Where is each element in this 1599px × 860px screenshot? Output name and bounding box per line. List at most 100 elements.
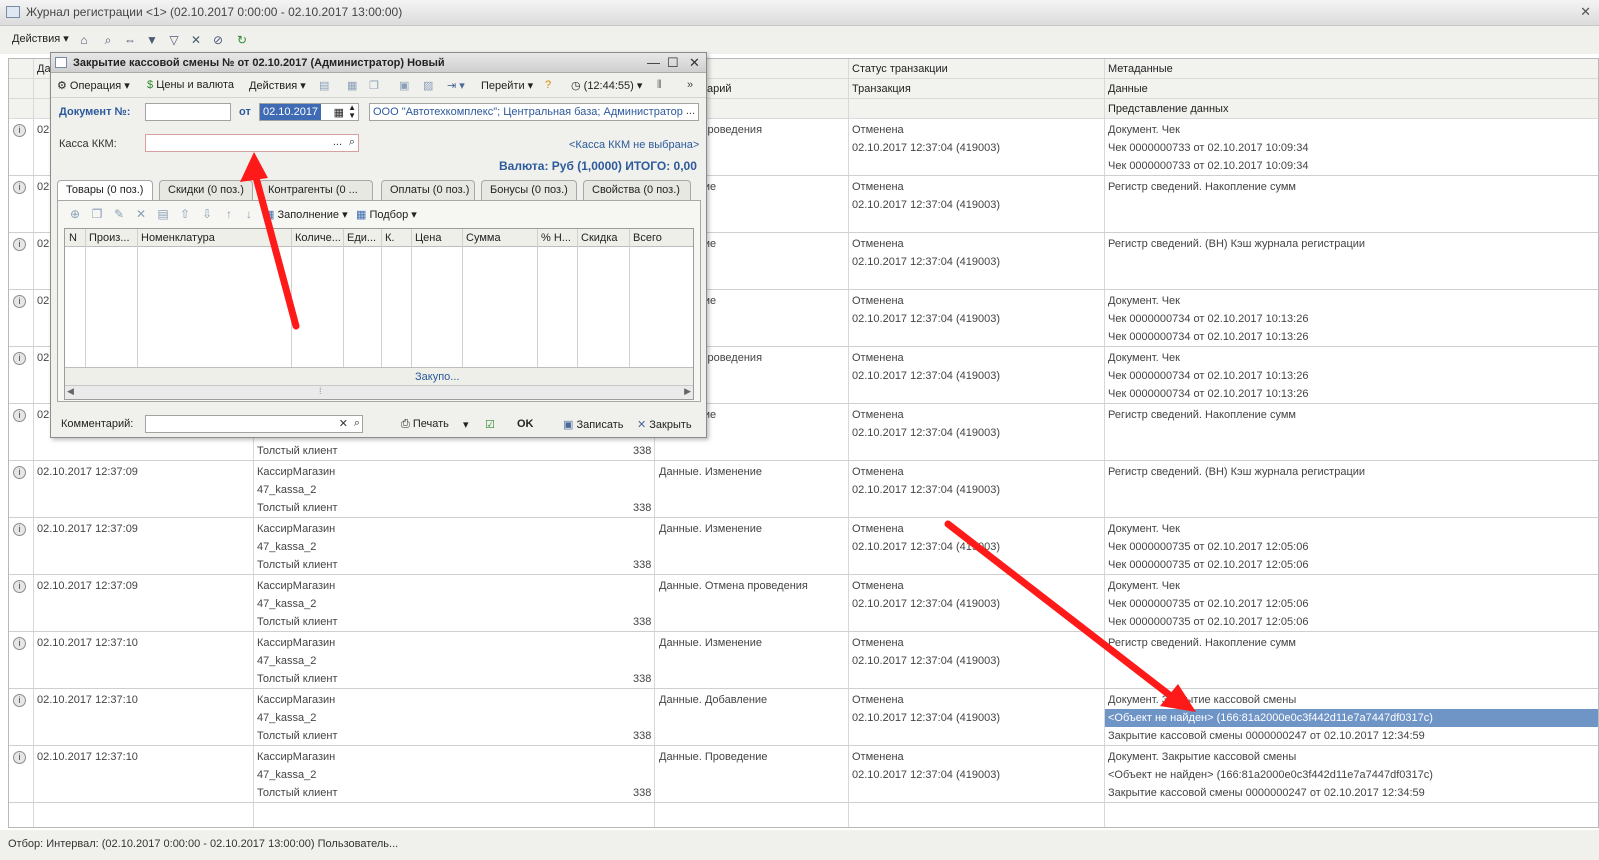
filter-off-icon[interactable]: ⊘ bbox=[210, 32, 226, 48]
goods-table-scrollbar[interactable]: ◀ ⁞ ▶ bbox=[65, 385, 693, 399]
sort-desc-icon[interactable]: ↓ bbox=[242, 207, 256, 221]
more-icon[interactable]: » bbox=[687, 79, 693, 91]
kkm-not-selected-link[interactable]: <Касса ККМ не выбрана> bbox=[569, 139, 699, 151]
tab-properties[interactable]: Свойства (0 поз.) bbox=[583, 180, 691, 200]
cell-status: Отменена bbox=[852, 580, 904, 592]
calendar-icon[interactable]: ▦ bbox=[334, 106, 344, 119]
table-row[interactable]: i 02.10.2017 12:37:10 КассирМагазин 47_kass… bbox=[9, 633, 1598, 689]
base-on-icon[interactable]: ⇥ ▾ bbox=[447, 79, 465, 92]
table-row[interactable]: i 02.10.2017 12:37:10 КассирМагазин 47_kass… bbox=[9, 690, 1598, 746]
history-icon[interactable]: ▨ bbox=[423, 79, 433, 92]
header-metadata[interactable]: Метаданные bbox=[1108, 63, 1173, 75]
header-data-repr[interactable]: Представление данных bbox=[1108, 103, 1228, 115]
check-post-icon[interactable]: ☑ bbox=[485, 418, 495, 431]
print-dropdown[interactable]: ▾ bbox=[463, 418, 469, 431]
header-date[interactable]: Да bbox=[37, 63, 51, 75]
goto-menu[interactable]: Перейти ▾ bbox=[481, 79, 533, 92]
filter-clear-icon[interactable]: ✕ bbox=[188, 32, 204, 48]
close-button[interactable]: ✕ Закрыть bbox=[637, 418, 692, 431]
goods-table[interactable]: N Произ... Номенклатура Количе... Еди...… bbox=[64, 228, 694, 400]
col-producer[interactable]: Произ... bbox=[89, 232, 130, 244]
copy-row-icon[interactable]: ❐ bbox=[90, 207, 104, 221]
header-transaction[interactable]: Транзакция bbox=[852, 83, 911, 95]
interval-icon[interactable]: ⇔ bbox=[122, 32, 138, 48]
kkm-search-icon[interactable]: ⌕ bbox=[349, 136, 355, 149]
purchase-footer-link[interactable]: Закупо... bbox=[415, 371, 459, 383]
tab-discounts[interactable]: Скидки (0 поз.) bbox=[159, 180, 253, 200]
cell-session: Толстый клиент bbox=[257, 673, 338, 685]
move-up-icon[interactable]: ⇧ bbox=[178, 207, 192, 221]
kkm-field[interactable]: ... ⌕ bbox=[145, 134, 359, 152]
col-sum[interactable]: Сумма bbox=[466, 232, 501, 244]
header-data[interactable]: Данные bbox=[1108, 83, 1148, 95]
comment-clear-icon[interactable]: ✕ bbox=[339, 417, 348, 430]
date-field[interactable]: 02.10.2017 ▦ ▲ ▼ bbox=[259, 103, 359, 121]
fill-menu[interactable]: ▦ Заполнение ▾ bbox=[264, 208, 348, 221]
end-edit-icon[interactable]: ▤ bbox=[156, 207, 170, 221]
comment-search-icon[interactable]: ⌕ bbox=[354, 417, 360, 430]
organization-field[interactable]: ООО "Автотехкомплекс"; Центральная база;… bbox=[369, 103, 699, 121]
table-row[interactable]: i 02.10.2017 12:37:09 КассирМагазин 47_kass… bbox=[9, 462, 1598, 518]
col-vat[interactable]: % Н... bbox=[541, 232, 571, 244]
table-row[interactable]: i 02.10.2017 12:37:10 КассирМагазин 47_kass… bbox=[9, 747, 1598, 803]
header-status[interactable]: Статус транзакции bbox=[852, 63, 948, 75]
post-icon[interactable]: ▤ bbox=[319, 79, 329, 92]
date-spinner[interactable]: ▲ ▼ bbox=[348, 104, 356, 120]
tab-contractors[interactable]: Контрагенты (0 ... bbox=[259, 180, 373, 200]
col-price[interactable]: Цена bbox=[415, 232, 441, 244]
delete-row-icon[interactable]: ✕ bbox=[134, 207, 148, 221]
col-n[interactable]: N bbox=[69, 232, 77, 244]
col-quantity[interactable]: Количе... bbox=[295, 232, 341, 244]
doc-number-field[interactable] bbox=[145, 103, 231, 121]
pick-menu[interactable]: ▦ Подбор ▾ bbox=[356, 208, 417, 221]
print-button[interactable]: ⎙ Печать bbox=[401, 418, 449, 431]
comment-field[interactable]: ✕ ⌕ bbox=[145, 415, 363, 433]
table-row[interactable]: i 02.10.2017 12:37:09 КассирМагазин 47_kass… bbox=[9, 519, 1598, 575]
scroll-left-icon[interactable]: ◀ bbox=[67, 386, 74, 397]
prices-currency-button[interactable]: $ Цены и валюта bbox=[147, 79, 234, 91]
help-icon[interactable]: ? bbox=[545, 79, 551, 91]
copy-icon[interactable]: ❐ bbox=[369, 79, 379, 92]
maximize-icon[interactable]: ☐ bbox=[667, 55, 679, 71]
cell-transaction: 02.10.2017 12:37:04 (419003) bbox=[852, 769, 1001, 781]
header-comment[interactable]: арий bbox=[707, 83, 732, 95]
dialog-actions-menu[interactable]: Действия ▾ bbox=[249, 79, 306, 92]
find-icon[interactable]: ⌕ bbox=[100, 32, 116, 48]
save-button[interactable]: ▣ Записать bbox=[563, 418, 623, 431]
cell-metadata: Регистр сведений. Накопление сумм bbox=[1108, 637, 1296, 649]
org-select-icon[interactable]: ... bbox=[686, 105, 695, 117]
add-row-icon[interactable]: ⊕ bbox=[68, 207, 82, 221]
table-row[interactable]: i 02.10.2017 12:37:09 КассирМагазин 47_kass… bbox=[9, 576, 1598, 632]
tab-goods[interactable]: Товары (0 поз.) bbox=[57, 180, 153, 201]
goods-table-header: N Произ... Номенклатура Количе... Еди...… bbox=[65, 229, 693, 247]
close-window-icon[interactable]: ✕ bbox=[1580, 4, 1591, 20]
move-down-icon[interactable]: ⇩ bbox=[200, 207, 214, 221]
ok-button[interactable]: OK bbox=[517, 418, 534, 430]
col-unit[interactable]: Еди... bbox=[347, 232, 376, 244]
col-nomenclature[interactable]: Номенклатура bbox=[141, 232, 215, 244]
actions-menu-label: Действия bbox=[12, 33, 61, 45]
col-total[interactable]: Всего bbox=[633, 232, 662, 244]
kkm-select-icon[interactable]: ... bbox=[333, 136, 342, 148]
tab-bonuses[interactable]: Бонусы (0 поз.) bbox=[481, 180, 577, 200]
structure-icon[interactable]: ▣ bbox=[399, 79, 409, 92]
settings-icon[interactable]: ⌂ bbox=[76, 32, 92, 48]
columns-icon[interactable]: ⫴ bbox=[657, 79, 662, 92]
refresh-icon[interactable]: ↻ bbox=[234, 32, 250, 48]
col-discount[interactable]: Скидка bbox=[581, 232, 618, 244]
close-dialog-icon[interactable]: ✕ bbox=[689, 55, 700, 71]
sort-asc-icon[interactable]: ↑ bbox=[222, 207, 236, 221]
time-button[interactable]: ◷ (12:44:55) ▾ bbox=[571, 79, 642, 92]
filter-icon[interactable]: ▼ bbox=[144, 32, 160, 48]
table-icon[interactable]: ▦ bbox=[347, 79, 357, 92]
tab-payments[interactable]: Оплаты (0 поз.) bbox=[381, 180, 475, 200]
minimize-icon[interactable]: — bbox=[647, 55, 660, 70]
scroll-thumb[interactable]: ⁞ bbox=[319, 386, 322, 396]
actions-menu[interactable]: Действия ▾ bbox=[12, 32, 69, 45]
filter-set-icon[interactable]: ▽ bbox=[166, 32, 182, 48]
cell-data-repr: Чек 0000000734 от 02.10.2017 10:13:26 bbox=[1108, 388, 1309, 400]
edit-row-icon[interactable]: ✎ bbox=[112, 207, 126, 221]
operation-button[interactable]: ⚙ Операция ▾ bbox=[57, 79, 130, 92]
scroll-right-icon[interactable]: ▶ bbox=[684, 386, 691, 397]
col-k[interactable]: К. bbox=[385, 232, 394, 244]
